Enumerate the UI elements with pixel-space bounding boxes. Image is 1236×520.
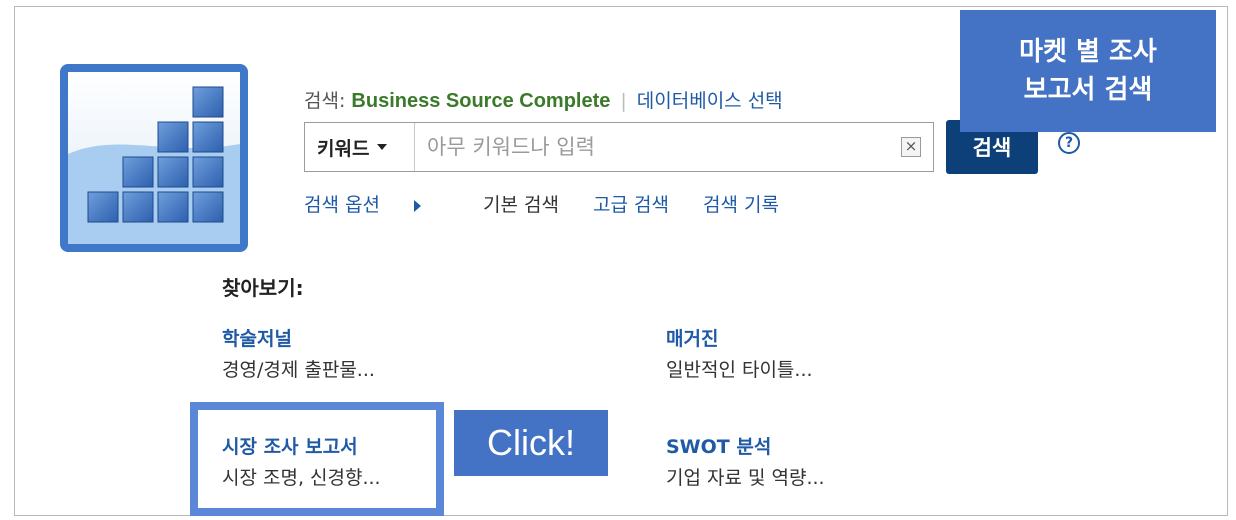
advanced-search-link[interactable]: 고급 검색 [593, 194, 669, 216]
click-annotation: Click! [454, 410, 608, 476]
divider: | [620, 90, 627, 112]
browse-item-desc: 기업 자료 및 역량... [666, 467, 825, 489]
search-options-toggle[interactable]: 검색 옵션 [304, 194, 449, 216]
browse-item-title[interactable]: SWOT 분석 [666, 432, 825, 459]
database-name: Business Source Complete [351, 90, 611, 112]
browse-item-title[interactable]: 매거진 [666, 324, 813, 351]
search-bar: 키워드 × [304, 122, 934, 172]
browse-item-title[interactable]: 학술저널 [222, 324, 375, 351]
browse-heading: 찾아보기: [222, 276, 304, 300]
database-logo-icon [60, 64, 248, 252]
search-database-line: 검색: Business Source Complete | 데이터베이스 선택 [304, 86, 783, 113]
field-select-dropdown[interactable]: 키워드 [305, 123, 415, 171]
search-label: 검색: [304, 90, 352, 112]
browse-item-magazines[interactable]: 매거진 일반적인 타이틀... [666, 324, 813, 382]
browse-item-desc: 일반적인 타이틀... [666, 359, 813, 381]
field-select-label: 키워드 [317, 137, 370, 160]
browse-item-desc: 경영/경제 출판물... [222, 359, 375, 381]
highlight-frame [190, 402, 444, 516]
help-icon[interactable]: ? [1058, 132, 1080, 154]
search-input[interactable] [417, 123, 887, 171]
choose-database-link[interactable]: 데이터베이스 선택 [637, 90, 783, 112]
search-options-label: 검색 옵션 [304, 194, 380, 216]
basic-search-link[interactable]: 기본 검색 [483, 194, 559, 216]
callout-line-2: 보고서 검색 [1023, 75, 1153, 105]
triangle-right-icon [413, 199, 421, 212]
caret-down-icon [377, 144, 388, 150]
browse-item-swot[interactable]: SWOT 분석 기업 자료 및 역량... [666, 432, 825, 490]
search-history-link[interactable]: 검색 기록 [703, 194, 779, 216]
browse-item-journals[interactable]: 학술저널 경영/경제 출판물... [222, 324, 375, 382]
callout-line-1: 마켓 별 조사 [1019, 37, 1157, 67]
callout-annotation: 마켓 별 조사 보고서 검색 [960, 10, 1216, 132]
search-options-row: 검색 옵션 기본 검색 고급 검색 검색 기록 [304, 190, 807, 217]
clear-icon[interactable]: × [901, 137, 921, 157]
